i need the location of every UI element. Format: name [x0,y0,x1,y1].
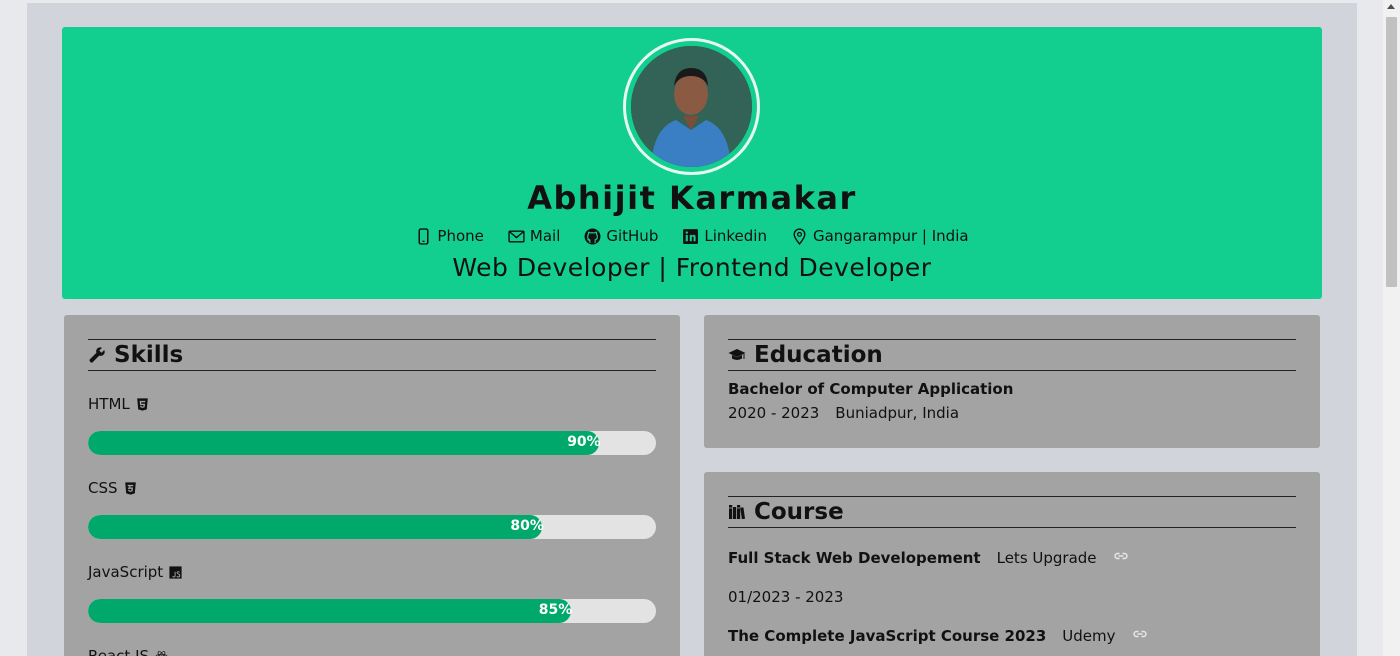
course-provider: Udemy [1062,627,1116,645]
skill-bar-html: 90% [88,431,656,455]
education-location: Buniadpur, India [835,404,960,422]
contact-label: GitHub [606,227,659,245]
scroll-thumb[interactable] [1386,17,1397,287]
mail-icon [508,229,525,243]
contact-label: Mail [529,227,561,245]
course-name: The Complete JavaScript Course 2023 [728,627,1047,645]
course-name: Full Stack Web Developement [728,549,981,567]
link-icon[interactable] [1113,548,1129,568]
wrench-icon [89,347,105,363]
course-dates: 01/2023 - 2023 [728,588,844,606]
github-icon [584,228,601,244]
skill-label: HTML [88,395,130,413]
skills-heading: Skills [88,339,656,371]
avatar-photo [631,46,752,167]
education-heading-label: Education [754,342,883,368]
avatar-ring [623,38,760,175]
skill-html: HTML [88,394,656,414]
course-heading: Course [728,496,1296,528]
education-card: Education Bachelor of Computer Applicati… [704,315,1320,448]
contact-location[interactable]: Gangarampur | India [791,227,969,245]
vertical-scrollbar[interactable] [1383,0,1400,656]
education-details: 2020 - 2023 Buniadpur, India [728,404,1296,422]
education-heading: Education [728,339,1296,371]
skill-percent: 90% [567,434,601,450]
books-icon [729,505,746,520]
contact-list: Phone Mail GitHub Linkedin Gangarampur |… [62,227,1322,245]
contact-phone[interactable]: Phone [415,227,484,245]
skill-bar-fill [88,515,543,539]
skills-heading-label: Skills [114,342,184,368]
linkedin-icon [683,228,699,244]
react-icon [155,650,168,656]
skill-bar-css: 80% [88,515,656,539]
skill-label: React JS [88,647,150,656]
js-icon [169,565,182,579]
css3-icon [124,481,136,495]
education-degree: Bachelor of Computer Application [728,380,1014,398]
contact-label: Linkedin [704,227,767,245]
skill-label: CSS [88,479,118,497]
contact-label: Gangarampur | India [812,227,969,245]
course-provider: Lets Upgrade [996,549,1097,567]
profile-name: Abhijit Karmakar [527,179,857,217]
course-heading-label: Course [754,499,844,525]
course-card: Course Full Stack Web Developement Lets … [704,472,1320,656]
location-icon [793,227,806,245]
profile-title: Web Developer | Frontend Developer [452,253,932,282]
contact-github[interactable]: GitHub [584,227,658,245]
contact-mail[interactable]: Mail [508,227,560,245]
skill-label: JavaScript [88,563,164,581]
skills-card: Skills HTML 90% CSS 80% JavaScript 85% R… [64,315,680,656]
skill-react: React JS [88,646,656,656]
link-icon[interactable] [1132,626,1148,646]
resume-page: Abhijit Karmakar Phone Mail GitHub Linke… [27,3,1357,656]
skill-bar-fill [88,431,600,455]
skill-bar-fill [88,599,571,623]
skill-bar-javascript: 85% [88,599,656,623]
avatar [631,46,752,167]
profile-header: Abhijit Karmakar Phone Mail GitHub Linke… [62,27,1322,299]
skill-javascript: JavaScript [88,562,656,582]
contact-label: Phone [437,227,484,245]
course-item: Full Stack Web Developement Lets Upgrade [728,548,1296,568]
phone-icon [418,227,429,245]
course-item: The Complete JavaScript Course 2023 Udem… [728,626,1296,646]
skill-percent: 80% [510,518,544,534]
scroll-up-arrow-icon[interactable] [1387,4,1395,9]
skill-percent: 85% [538,602,573,618]
graduation-cap-icon [728,349,746,360]
education-years: 2020 - 2023 [728,404,820,422]
html5-icon [136,397,148,411]
contact-linkedin[interactable]: Linkedin [682,227,767,245]
skill-css: CSS [88,478,656,498]
